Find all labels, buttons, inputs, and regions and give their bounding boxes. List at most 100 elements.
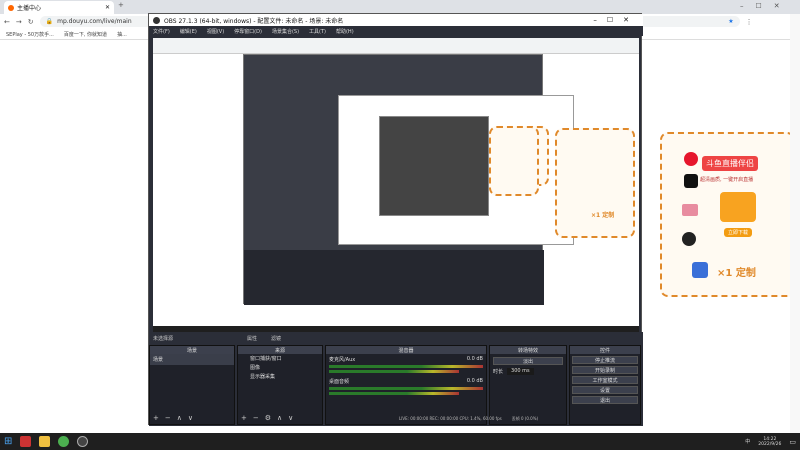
track-name: 麦克风/Aux xyxy=(329,357,356,363)
volume-slider[interactable] xyxy=(329,370,459,373)
weibo-icon[interactable] xyxy=(684,152,698,166)
source-item[interactable]: 显示器采集 xyxy=(238,372,322,381)
transitions-header: 转场特效 xyxy=(490,346,566,354)
back-icon[interactable]: ← xyxy=(4,18,10,26)
lofter-icon[interactable] xyxy=(682,204,698,216)
controls-header: 控件 xyxy=(570,346,640,354)
install-button[interactable]: 立即下载 xyxy=(724,228,753,237)
promo-mark: ×1 定制 xyxy=(591,212,615,219)
menu-tools[interactable]: 工具(T) xyxy=(309,28,326,35)
menu-help[interactable]: 帮助(H) xyxy=(336,28,354,35)
browser-tab-strip: 主播中心 ✕ + –☐✕ xyxy=(0,0,800,14)
transition-select[interactable]: 淡出 xyxy=(493,357,563,365)
remove-icon[interactable]: − xyxy=(165,414,171,422)
bookmark-item[interactable]: 抽... xyxy=(117,31,127,38)
reload-icon[interactable]: ↻ xyxy=(28,18,34,26)
filters-button[interactable]: 滤镜 xyxy=(271,335,281,342)
add-icon[interactable]: + xyxy=(153,414,159,422)
promo-mark: ×1 定制 xyxy=(717,268,756,279)
qq-icon[interactable] xyxy=(682,232,696,246)
track-db: 0.0 dB xyxy=(466,356,483,362)
obs-icon[interactable] xyxy=(77,436,89,447)
folder-icon[interactable] xyxy=(39,436,51,447)
add-icon[interactable]: + xyxy=(241,414,247,422)
studio-mode-button[interactable]: 工作室模式 xyxy=(572,376,638,384)
promo-subtitle: 超清画质, 一键开启直播 xyxy=(700,177,754,183)
promo-card-small xyxy=(489,126,539,196)
source-toolbar: 未选择源 属性 滤镜 xyxy=(149,332,643,344)
window-controls[interactable]: –☐✕ xyxy=(740,2,792,10)
start-recording-button[interactable]: 开始录制 xyxy=(572,366,638,374)
dropped-frames: 丢帧 0 (0.0%) xyxy=(511,416,539,421)
exit-button[interactable]: 退出 xyxy=(572,396,638,404)
browser-tab[interactable]: 主播中心 ✕ xyxy=(4,1,114,14)
up-icon[interactable]: ∧ xyxy=(277,414,282,422)
promo-card-medium: ×1 定制 xyxy=(555,128,635,238)
mixer-header: 混音器 xyxy=(326,346,486,354)
bookmark-item[interactable]: 百度一下, 你就知道 xyxy=(64,31,107,38)
obs-window: OBS 27.1.3 (64-bit, windows) - 配置文件: 未命名… xyxy=(148,13,643,426)
nested-controls xyxy=(244,250,544,305)
new-tab-icon[interactable]: + xyxy=(118,1,124,9)
notification-icon[interactable]: ▭ xyxy=(789,438,796,446)
audio-meter xyxy=(329,387,483,390)
nested-deep xyxy=(379,116,489,216)
url-text: mp.douyu.com/live/main xyxy=(57,18,132,25)
status-bar: LIVE: 00:00:00 REC: 00:00:00 CPU: 1.4%, … xyxy=(399,416,538,422)
up-icon[interactable]: ∧ xyxy=(177,414,182,422)
stop-streaming-button[interactable]: 停止推流 xyxy=(572,356,638,364)
window-controls[interactable]: –☐✕ xyxy=(593,16,639,24)
obs-docks: 未选择源 属性 滤镜 场景 场景 + − ∧ ∨ 来源 窗口捕获/窗口 图像 显示器采… xyxy=(149,332,643,426)
menu-file[interactable]: 文件(F) xyxy=(153,28,170,35)
game-icon xyxy=(692,262,708,278)
preview-capture: ×1 定制 xyxy=(153,38,639,326)
close-icon[interactable]: ✕ xyxy=(105,4,110,11)
properties-button[interactable]: 属性 xyxy=(247,335,257,342)
sources-panel: 来源 窗口捕获/窗口 图像 显示器采集 + − ⚙ ∧ ∨ xyxy=(237,345,323,425)
windows-start-icon[interactable]: ⊞ xyxy=(4,436,12,447)
tab-favicon-icon xyxy=(8,4,14,11)
scenes-header: 场景 xyxy=(150,346,234,354)
menu-scene-collection[interactable]: 场景集合(S) xyxy=(272,28,299,35)
source-item[interactable]: 窗口捕获/窗口 xyxy=(238,354,322,363)
duration-input[interactable]: 300 ms xyxy=(507,368,534,375)
page-scrollbar[interactable] xyxy=(790,14,800,433)
star-icon[interactable]: ★ xyxy=(728,18,733,25)
status-text: LIVE: 00:00:00 REC: 00:00:00 CPU: 1.4%, … xyxy=(399,416,502,421)
app-icon[interactable] xyxy=(20,436,32,447)
promo-title: 斗鱼直播伴侣 xyxy=(702,156,758,171)
obs-preview[interactable]: ×1 定制 xyxy=(153,38,639,333)
gear-icon[interactable]: ⚙ xyxy=(265,414,271,422)
scenes-buttons: + − ∧ ∨ xyxy=(150,414,193,422)
menu-view[interactable]: 视图(V) xyxy=(207,28,224,35)
menu-icon[interactable]: ⋮ xyxy=(746,18,753,26)
menu-docks[interactable]: 停靠窗口(D) xyxy=(234,28,262,35)
sources-header: 来源 xyxy=(238,346,322,354)
taskbar-date: 2022/9/26 xyxy=(758,441,782,447)
obs-title: OBS 27.1.3 (64-bit, windows) - 配置文件: 未命名… xyxy=(164,17,344,25)
remove-icon[interactable]: − xyxy=(253,414,259,422)
menu-edit[interactable]: 编辑(E) xyxy=(180,28,197,35)
transitions-panel: 转场特效 淡出 时长 300 ms xyxy=(489,345,567,425)
source-item[interactable]: 图像 xyxy=(238,363,322,372)
down-icon[interactable]: ∨ xyxy=(288,414,293,422)
tiktok-icon[interactable] xyxy=(684,174,698,188)
bookmark-item[interactable]: SEPlay - 50万款手... xyxy=(6,31,54,38)
obs-titlebar: OBS 27.1.3 (64-bit, windows) - 配置文件: 未命名… xyxy=(149,14,643,26)
down-icon[interactable]: ∨ xyxy=(188,414,193,422)
settings-button[interactable]: 设置 xyxy=(572,386,638,394)
no-source-label: 未选择源 xyxy=(153,335,174,342)
duration-label: 时长 xyxy=(493,369,504,375)
volume-slider[interactable] xyxy=(329,392,459,395)
audio-meter xyxy=(329,365,483,368)
taskbar-lang[interactable]: 中 xyxy=(745,438,750,445)
chrome-icon[interactable] xyxy=(58,436,70,447)
promo-card-large: 斗鱼直播伴侣 超清画质, 一键开启直播 立即下载 ×1 定制 xyxy=(660,132,795,297)
obs-logo-icon xyxy=(153,16,160,24)
track-name: 桌面音频 xyxy=(329,379,350,385)
forward-icon[interactable]: → xyxy=(16,18,22,26)
scene-item[interactable]: 场景 xyxy=(150,354,234,365)
obs-menubar: 文件(F) 编辑(E) 视图(V) 停靠窗口(D) 场景集合(S) 工具(T) … xyxy=(149,26,643,36)
app-logo-icon xyxy=(720,192,756,222)
sources-buttons: + − ⚙ ∧ ∨ xyxy=(238,414,293,422)
